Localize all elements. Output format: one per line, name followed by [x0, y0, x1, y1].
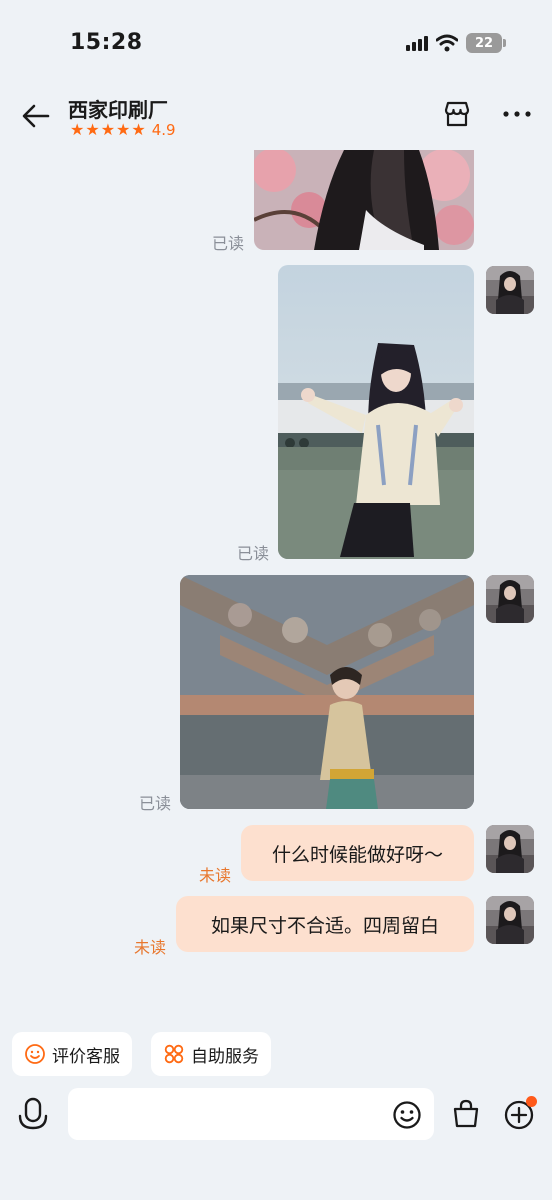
self-service-button[interactable]: 自助服务: [151, 1032, 271, 1076]
status-time: 15:28: [70, 30, 143, 55]
unread-status: 未读: [199, 866, 232, 885]
smiley-icon: [25, 1044, 45, 1064]
self-service-label: 自助服务: [191, 1046, 259, 1067]
star-icon: ★: [85, 120, 100, 139]
temple-portrait-photo: [180, 575, 474, 809]
wifi-icon: [436, 34, 458, 52]
chat-header: 西家印刷厂 ★ ★ ★ ★ ★ 4.9: [0, 90, 552, 146]
rating-value: 4.9: [151, 121, 176, 139]
message-image[interactable]: [278, 265, 474, 559]
read-status: 已读: [237, 544, 270, 563]
battery-icon: 22: [466, 33, 506, 53]
user-avatar[interactable]: [486, 825, 534, 873]
user-avatar[interactable]: [486, 896, 534, 944]
notification-dot: [526, 1096, 537, 1107]
status-icons: 22: [406, 33, 506, 53]
more-options-icon[interactable]: [500, 102, 534, 126]
cherry-blossom-photo: [254, 150, 474, 250]
read-status: 已读: [139, 794, 172, 813]
avatar-image: [486, 266, 534, 314]
message-image[interactable]: [254, 150, 474, 250]
emoji-icon[interactable]: [392, 1100, 422, 1130]
shop-name[interactable]: 西家印刷厂: [68, 94, 168, 123]
message-image[interactable]: [180, 575, 474, 809]
status-bar: 15:28 22: [0, 0, 552, 90]
grid-icon: [164, 1044, 184, 1064]
unread-status: 未读: [134, 938, 167, 957]
voice-input-icon[interactable]: [16, 1096, 50, 1134]
back-arrow-icon[interactable]: [20, 100, 52, 132]
star-icon: ★: [70, 120, 85, 139]
user-avatar[interactable]: [486, 266, 534, 314]
cellular-signal-icon: [406, 35, 428, 51]
message-text: 如果尺寸不合适。四周留白: [210, 914, 439, 937]
user-avatar[interactable]: [486, 575, 534, 623]
message-input[interactable]: [68, 1088, 434, 1140]
message-bubble[interactable]: 什么时候能做好呀～: [241, 825, 474, 881]
star-icon: ★: [116, 120, 131, 139]
read-status: 已读: [212, 234, 245, 253]
rate-service-button[interactable]: 评价客服: [12, 1032, 132, 1076]
avatar-image: [486, 896, 534, 944]
message-list[interactable]: 已读 已读 已读 未读 什么时候能做好呀～ 未读 如果尺寸不合适。四周留白: [0, 150, 552, 1020]
avatar-image: [486, 575, 534, 623]
harbor-portrait-photo: [278, 265, 474, 559]
rate-service-label: 评价客服: [52, 1046, 120, 1067]
battery-level: 22: [474, 35, 494, 51]
store-icon[interactable]: [441, 98, 473, 130]
shopping-bag-icon[interactable]: [450, 1098, 482, 1130]
message-text: 什么时候能做好呀～: [271, 843, 443, 866]
message-bubble[interactable]: 如果尺寸不合适。四周留白: [176, 896, 474, 952]
shop-rating: ★ ★ ★ ★ ★ 4.9: [70, 121, 176, 139]
star-icon: ★: [100, 120, 116, 139]
avatar-image: [486, 825, 534, 873]
star-icon: ★: [131, 120, 146, 139]
